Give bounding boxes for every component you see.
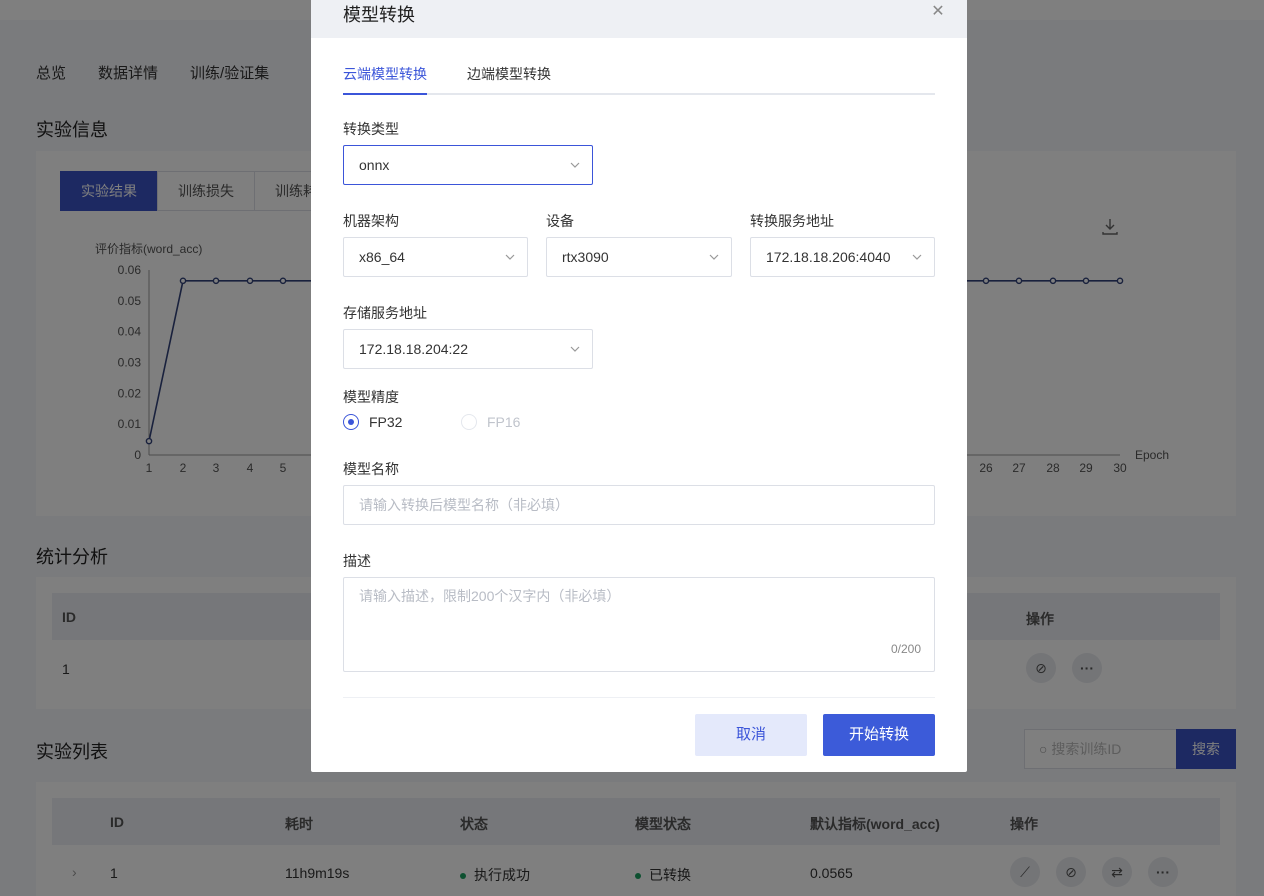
precision-label: 模型精度 — [343, 389, 399, 405]
radio-fp32[interactable]: FP32 — [343, 414, 402, 430]
model-name-input[interactable] — [343, 485, 935, 525]
device-label: 设备 — [546, 213, 574, 229]
chevron-down-icon — [709, 254, 719, 260]
chevron-down-icon — [570, 162, 580, 168]
description-counter: 0/200 — [891, 642, 922, 656]
radio-fp16[interactable]: FP16 — [461, 414, 520, 430]
footer-divider — [343, 697, 935, 698]
conversion-tabs: 云端模型转换 边端模型转换 — [343, 64, 935, 95]
tab-cloud-conversion[interactable]: 云端模型转换 — [343, 64, 427, 84]
model-conversion-dialog: 模型转换 ✕ 云端模型转换 边端模型转换 转换类型 onnx 机器架构 x86_… — [311, 0, 967, 772]
tab-edge-conversion[interactable]: 边端模型转换 — [467, 64, 551, 84]
model-name-label: 模型名称 — [343, 461, 399, 477]
device-select[interactable]: rtx3090 — [546, 237, 732, 277]
arch-label: 机器架构 — [343, 213, 399, 229]
storage-server-label: 存储服务地址 — [343, 305, 427, 321]
chevron-down-icon — [912, 254, 922, 260]
description-textarea[interactable] — [343, 577, 935, 672]
convert-server-label: 转换服务地址 — [750, 213, 834, 229]
close-icon[interactable]: ✕ — [931, 4, 945, 20]
dialog-title: 模型转换 — [343, 5, 415, 25]
dialog-header: 模型转换 ✕ — [311, 0, 967, 38]
storage-server-select[interactable]: 172.18.18.204:22 — [343, 329, 593, 369]
start-conversion-button[interactable]: 开始转换 — [823, 714, 935, 756]
active-tab-indicator — [343, 93, 427, 95]
chevron-down-icon — [505, 254, 515, 260]
radio-unchecked-icon — [461, 414, 477, 430]
description-label: 描述 — [343, 553, 371, 569]
conversion-type-select[interactable]: onnx — [343, 145, 593, 185]
convert-server-select[interactable]: 172.18.18.206:4040 — [750, 237, 935, 277]
radio-checked-icon — [343, 414, 359, 430]
arch-select[interactable]: x86_64 — [343, 237, 528, 277]
cancel-button[interactable]: 取消 — [695, 714, 807, 756]
conversion-type-label: 转换类型 — [343, 121, 399, 137]
chevron-down-icon — [570, 346, 580, 352]
